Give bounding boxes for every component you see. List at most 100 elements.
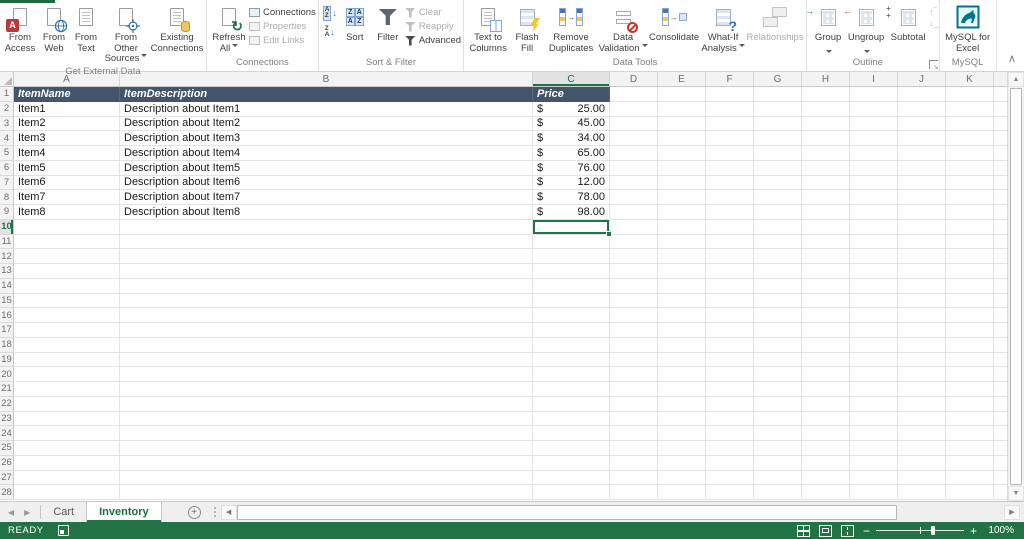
cell-D10[interactable] (610, 219, 658, 235)
cell-E15[interactable] (658, 293, 706, 309)
cell-J6[interactable] (898, 160, 946, 176)
cell-J3[interactable] (898, 116, 946, 132)
cell-G22[interactable] (754, 396, 802, 412)
cell-K3[interactable] (946, 116, 994, 132)
cell-C25[interactable] (533, 441, 610, 456)
cell-C28[interactable] (533, 485, 610, 500)
group-button[interactable]: → Group (805, 3, 845, 53)
row-header-28[interactable]: 28 (0, 485, 14, 500)
cell-K23[interactable] (946, 411, 994, 427)
cell-I21[interactable] (850, 382, 898, 397)
cell-I4[interactable] (850, 131, 898, 146)
cell-E23[interactable] (658, 411, 706, 427)
cell-G28[interactable] (754, 485, 802, 500)
cell-H23[interactable] (802, 411, 850, 427)
mysql-for-excel-button[interactable]: MySQL for Excel (942, 3, 994, 54)
row-header-11[interactable]: 11 (0, 234, 14, 250)
cell-I28[interactable] (850, 485, 898, 500)
column-header-H[interactable]: H (802, 72, 850, 86)
cell-H21[interactable] (802, 382, 850, 397)
cell-I24[interactable] (850, 426, 898, 441)
cell-D2[interactable] (610, 101, 658, 117)
cell-F23[interactable] (706, 411, 754, 427)
cell-A8[interactable]: Item7 (14, 190, 120, 205)
cell-B14[interactable] (120, 278, 533, 294)
cell-B6[interactable]: Description about Item5 (120, 160, 533, 176)
cell-J14[interactable] (898, 278, 946, 294)
cell-C6[interactable]: $76.00 (533, 160, 610, 176)
cell-D19[interactable] (610, 352, 658, 368)
cell-B12[interactable] (120, 249, 533, 264)
cell-E17[interactable] (658, 323, 706, 338)
data-validation-button[interactable]: Data Validation (598, 3, 648, 54)
cell-J22[interactable] (898, 396, 946, 412)
cell-C14[interactable] (533, 278, 610, 294)
cell-H18[interactable] (802, 337, 850, 353)
cell-G23[interactable] (754, 411, 802, 427)
from-web-button[interactable]: From Web (38, 3, 70, 54)
cell-H6[interactable] (802, 160, 850, 176)
cell-F9[interactable] (706, 205, 754, 220)
cell-B5[interactable]: Description about Item4 (120, 146, 533, 161)
horizontal-scrollbar[interactable]: ◀ ▶ (209, 502, 1024, 522)
cell-H1[interactable] (802, 87, 850, 102)
cell-I27[interactable] (850, 470, 898, 486)
column-header-C[interactable]: C (533, 72, 610, 86)
cell-I7[interactable] (850, 175, 898, 191)
column-header-J[interactable]: J (898, 72, 946, 86)
cell-D8[interactable] (610, 190, 658, 205)
cell-C19[interactable] (533, 352, 610, 368)
cell-G24[interactable] (754, 426, 802, 441)
cell-B27[interactable] (120, 470, 533, 486)
cell-G14[interactable] (754, 278, 802, 294)
cell-E7[interactable] (658, 175, 706, 191)
cell-H13[interactable] (802, 264, 850, 279)
horizontal-scroll-thumb[interactable] (236, 504, 897, 520)
cell-B25[interactable] (120, 441, 533, 456)
cell-K21[interactable] (946, 382, 994, 397)
sheet-nav-left-icon[interactable]: ◀ (8, 508, 14, 517)
cell-H15[interactable] (802, 293, 850, 309)
row-header-14[interactable]: 14 (0, 278, 14, 294)
cell-J8[interactable] (898, 190, 946, 205)
row-header-7[interactable]: 7 (0, 175, 14, 191)
from-access-button[interactable]: A From Access (2, 3, 38, 54)
cell-B7[interactable]: Description about Item6 (120, 175, 533, 191)
cell-K11[interactable] (946, 234, 994, 250)
cell-A19[interactable] (14, 352, 120, 368)
cell-D16[interactable] (610, 308, 658, 323)
cell-E5[interactable] (658, 146, 706, 161)
cell-C2[interactable]: $25.00 (533, 101, 610, 117)
cell-A26[interactable] (14, 455, 120, 471)
cell-G13[interactable] (754, 264, 802, 279)
cell-H2[interactable] (802, 101, 850, 117)
column-header-F[interactable]: F (706, 72, 754, 86)
cell-H8[interactable] (802, 190, 850, 205)
cell-D24[interactable] (610, 426, 658, 441)
cell-G25[interactable] (754, 441, 802, 456)
cell-H26[interactable] (802, 455, 850, 471)
what-if-analysis-button[interactable]: ? What-If Analysis (700, 3, 746, 54)
cell-D6[interactable] (610, 160, 658, 176)
cell-I9[interactable] (850, 205, 898, 220)
fill-handle[interactable] (606, 230, 612, 237)
cell-G4[interactable] (754, 131, 802, 146)
cell-K2[interactable] (946, 101, 994, 117)
cell-E22[interactable] (658, 396, 706, 412)
cell-I13[interactable] (850, 264, 898, 279)
cell-A11[interactable] (14, 234, 120, 250)
cell-D12[interactable] (610, 249, 658, 264)
row-header-18[interactable]: 18 (0, 337, 14, 353)
cell-E24[interactable] (658, 426, 706, 441)
cell-B23[interactable] (120, 411, 533, 427)
cell-D21[interactable] (610, 382, 658, 397)
cell-D27[interactable] (610, 470, 658, 486)
cell-E11[interactable] (658, 234, 706, 250)
cell-A15[interactable] (14, 293, 120, 309)
cell-G12[interactable] (754, 249, 802, 264)
cell-G15[interactable] (754, 293, 802, 309)
row-header-15[interactable]: 15 (0, 293, 14, 309)
cell-J20[interactable] (898, 367, 946, 382)
column-header-D[interactable]: D (610, 72, 658, 86)
cell-K1[interactable] (946, 87, 994, 102)
